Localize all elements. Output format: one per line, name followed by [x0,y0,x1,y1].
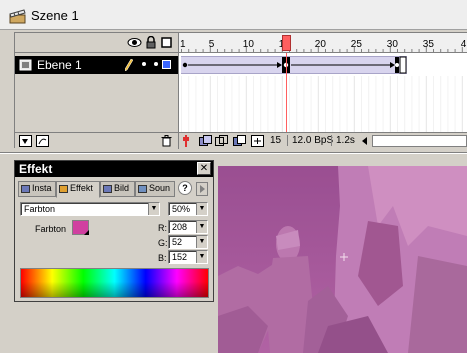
layer-footer [15,132,178,149]
outline-square-icon[interactable] [161,37,172,48]
frames-grid[interactable] [179,54,467,132]
chevron-down-icon: ▼ [148,203,159,215]
tint-percent-value: 50% [172,204,191,214]
layer-row[interactable]: Ebene 1 [15,56,178,74]
effect-type-value: Farbton [24,204,56,214]
add-guide-layer-icon[interactable] [36,135,49,147]
help-icon[interactable]: ? [178,181,192,195]
ruler-number: 25 [350,39,362,50]
chevron-down-icon: ▼ [196,221,207,233]
timeline-scrollbar[interactable] [372,135,467,147]
ruler-number: 5 [208,39,215,50]
effect-panel-title: Effekt [19,162,53,176]
tab-frame-label: Bild [114,183,130,193]
timeline-panel: Ebene 1 151015202530354 [14,32,467,149]
frame-rate-readout: 12.0 BpS [287,135,333,146]
panel-divider [0,152,467,154]
visibility-dot[interactable] [142,62,146,66]
panel-menu-arrow-icon[interactable] [196,182,208,196]
sound-icon [138,185,147,193]
layer-page-icon [19,59,32,71]
tab-instance-label: Insta [32,183,52,193]
scene-title: Szene 1 [31,8,79,23]
pencil-icon [125,59,133,71]
lock-dot[interactable] [154,62,158,66]
scene-bar: Szene 1 [0,0,467,30]
tint-percent-field[interactable]: 50% ▼ [168,202,208,216]
green-label: G: [158,238,168,248]
onion-skin-icon[interactable] [199,135,212,147]
tab-sound[interactable]: Soun [135,181,175,197]
layer-header [15,33,178,53]
current-frame-readout: 15 [270,135,282,146]
blue-label: B: [158,253,167,263]
ruler-number: 35 [422,39,434,50]
tab-frame[interactable]: Bild [100,181,135,197]
effect-icon [59,185,68,193]
tint-color-label: Farbton [35,224,67,234]
effect-panel-titlebar[interactable]: Effekt ✕ [15,161,213,177]
ruler-number: 1 [180,39,186,50]
frame-ruler[interactable]: 151015202530354 [179,33,467,53]
tab-instance[interactable]: Insta [18,181,56,197]
modify-onion-markers-icon[interactable] [251,135,264,147]
ruler-number: 20 [314,39,326,50]
lock-icon[interactable] [146,36,156,49]
eye-icon[interactable] [127,37,142,48]
elapsed-time-readout: 1.2s [331,135,355,146]
layer-color-swatch[interactable] [162,60,171,69]
tab-effect-label: Effekt [70,183,93,193]
effect-tab-strip: Insta Effekt Bild Soun ? [18,181,214,198]
ruler-number: 30 [386,39,398,50]
playhead-line [286,53,287,132]
ruler-number: 4 [460,39,467,50]
playhead[interactable] [282,35,291,51]
center-frame-icon[interactable] [181,135,191,147]
chevron-down-icon: ▼ [196,203,207,215]
close-icon[interactable]: ✕ [197,162,211,175]
swatch-corner-icon [84,230,89,235]
scroll-left-icon[interactable] [360,135,370,147]
tab-sound-label: Soun [149,183,171,193]
edit-multiple-frames-icon[interactable] [233,135,246,147]
layer-name[interactable]: Ebene 1 [37,58,82,72]
onion-skin-outlines-icon[interactable] [215,135,228,147]
frame-icon [103,185,112,193]
tint-overlay [218,166,467,353]
effect-panel: Effekt ✕ Insta Effekt Bild Soun ? Farbto… [14,160,214,302]
frame-status-bar: 15 12.0 BpS 1.2s [179,132,467,149]
green-value: 52 [172,237,183,247]
red-value: 208 [172,222,188,232]
color-spectrum-picker[interactable] [20,268,209,298]
frame-area[interactable]: 151015202530354 [178,33,467,149]
chevron-down-icon: ▼ [196,236,207,248]
blue-value: 152 [172,252,188,262]
green-field[interactable]: 52 ▼ [168,235,208,249]
red-field[interactable]: 208 ▼ [168,220,208,234]
effect-type-select[interactable]: Farbton ▼ [20,202,160,216]
chevron-down-icon: ▼ [196,251,207,263]
tint-color-swatch[interactable] [72,220,89,235]
instance-icon [21,185,30,193]
red-label: R: [158,223,167,233]
add-layer-icon[interactable] [19,135,32,147]
tab-effect[interactable]: Effekt [56,181,100,198]
ruler-number: 10 [242,39,254,50]
blue-field[interactable]: 152 ▼ [168,250,208,264]
tween-arrows [182,56,407,74]
layer-list: Ebene 1 [15,54,178,132]
trash-icon[interactable] [161,135,172,147]
scene-clapper-icon [9,9,26,24]
stage-canvas[interactable] [218,166,467,353]
